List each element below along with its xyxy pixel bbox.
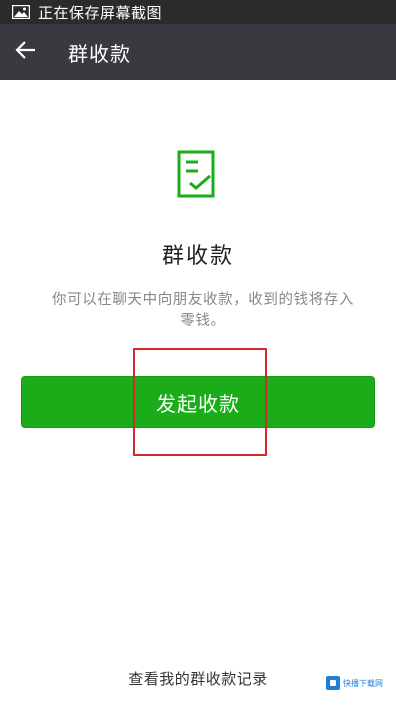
- back-arrow-icon: [15, 40, 37, 64]
- document-check-icon: [177, 150, 219, 200]
- watermark: 快播下载网: [326, 672, 388, 694]
- watermark-text: 快播下载网: [343, 678, 383, 688]
- image-icon: [11, 4, 31, 20]
- annotation-highlight-box: [133, 348, 267, 456]
- status-bar: 正在保存屏幕截图: [0, 0, 396, 24]
- back-button[interactable]: [2, 24, 50, 80]
- app-bar-title: 群收款: [68, 41, 131, 66]
- page-heading: 群收款: [161, 244, 234, 269]
- status-text: 正在保存屏幕截图: [38, 3, 163, 22]
- main-content: 群收款 你可以在聊天中向朋友收款，收到的钱将存入零钱。 发起收款 查看我的群收款…: [0, 80, 396, 707]
- app-bar: 群收款: [0, 24, 396, 80]
- description-text: 你可以在聊天中向朋友收款，收到的钱将存入零钱。: [52, 292, 354, 329]
- watermark-logo-icon: [326, 676, 340, 690]
